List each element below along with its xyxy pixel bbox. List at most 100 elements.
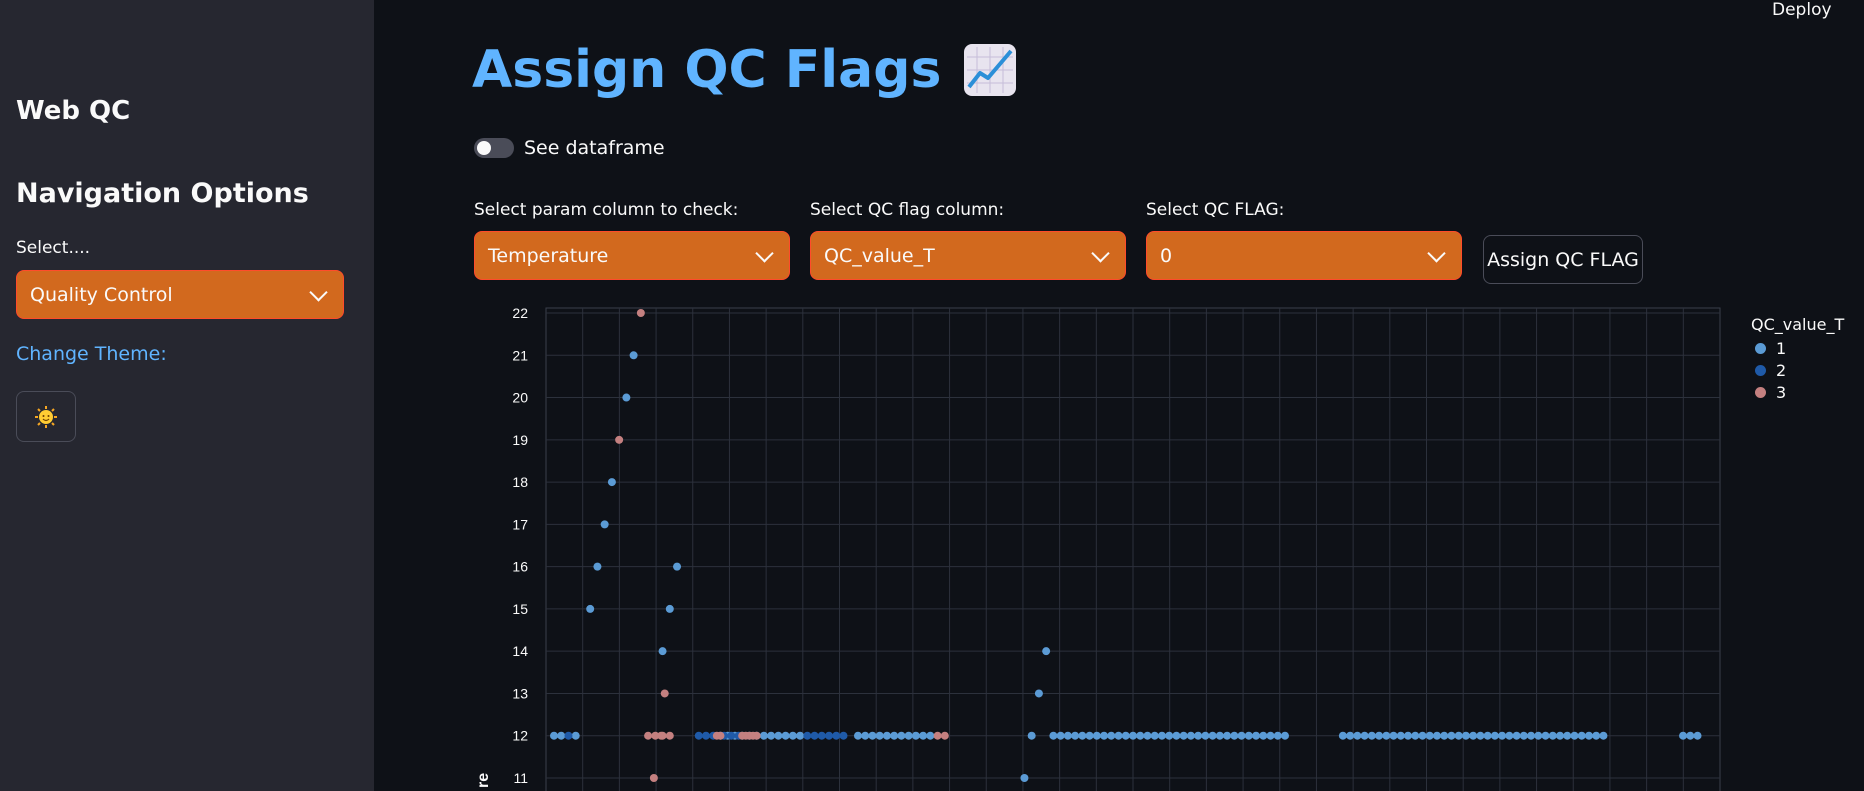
data-point-flag-1 (1686, 731, 1695, 740)
y-tick-label: 19 (512, 432, 528, 448)
data-point-flag-1 (1172, 731, 1181, 740)
data-point-flag-1 (796, 731, 805, 740)
data-point-flag-1 (600, 520, 609, 529)
data-point-flag-3 (738, 731, 747, 740)
legend-item-1[interactable]: 1 (1751, 337, 1844, 359)
data-point-flag-1 (1375, 731, 1384, 740)
data-point-flag-1 (1034, 689, 1043, 698)
navigation-heading: Navigation Options (16, 178, 309, 209)
theme-toggle-button[interactable] (16, 391, 76, 442)
qc-flag-select[interactable]: 0 (1146, 231, 1462, 280)
data-point-flag-1 (1440, 731, 1449, 740)
data-point-flag-1 (1092, 731, 1101, 740)
data-point-flag-1 (1179, 731, 1188, 740)
legend-item-3[interactable]: 3 (1751, 381, 1844, 403)
qc-flag-value: 0 (1160, 244, 1173, 267)
y-tick-label: 12 (512, 728, 528, 744)
data-point-flag-1 (1273, 731, 1282, 740)
param-column-label: Select param column to check: (474, 200, 739, 220)
data-point-flag-1 (1556, 731, 1565, 740)
y-tick-label: 15 (512, 601, 528, 617)
data-point-flag-1 (1056, 731, 1065, 740)
data-point-flag-1 (1519, 731, 1528, 740)
data-point-flag-1 (1570, 731, 1579, 740)
data-point-flag-1 (1244, 731, 1253, 740)
param-column-select[interactable]: Temperature (474, 231, 790, 280)
qc-flag-column-select[interactable]: QC_value_T (810, 231, 1126, 280)
data-point-flag-1 (1418, 731, 1427, 740)
deploy-button[interactable]: Deploy (1772, 0, 1832, 20)
navigation-select[interactable]: Quality Control (16, 270, 344, 319)
data-point-flag-1 (1461, 731, 1470, 740)
data-point-flag-1 (1505, 731, 1514, 740)
y-tick-label: 21 (512, 347, 528, 363)
data-point-flag-1 (1114, 731, 1123, 740)
data-point-flag-1 (1584, 731, 1593, 740)
page-title: Assign QC Flags (472, 40, 1017, 100)
data-point-flag-1 (926, 731, 935, 740)
data-point-flag-1 (904, 731, 913, 740)
legend-label: 3 (1776, 382, 1787, 402)
data-point-flag-1 (1107, 731, 1116, 740)
data-point-flag-1 (1266, 731, 1275, 740)
data-point-flag-1 (767, 731, 776, 740)
data-point-flag-1 (1027, 731, 1036, 740)
data-point-flag-1 (861, 731, 870, 740)
data-point-flag-1 (1432, 731, 1441, 740)
data-point-flag-2 (817, 731, 826, 740)
data-point-flag-1 (1396, 731, 1405, 740)
data-point-flag-1 (1548, 731, 1557, 740)
data-point-flag-1 (1512, 731, 1521, 740)
data-point-flag-3 (615, 435, 624, 444)
y-tick-label: 17 (512, 516, 528, 532)
data-point-flag-1 (593, 562, 602, 571)
data-point-flag-1 (1454, 731, 1463, 740)
y-axis-label: re (475, 773, 492, 788)
data-point-flag-1 (571, 731, 580, 740)
assign-qc-flag-button[interactable]: Assign QC FLAG (1483, 235, 1643, 284)
data-point-flag-1 (1201, 731, 1210, 740)
data-point-flag-1 (1527, 731, 1536, 740)
data-point-flag-1 (875, 731, 884, 740)
data-point-flag-1 (1049, 731, 1058, 740)
data-point-flag-1 (890, 731, 899, 740)
data-point-flag-1 (897, 731, 906, 740)
data-point-flag-1 (1215, 731, 1224, 740)
y-tick-label: 22 (512, 305, 528, 321)
data-point-flag-1 (1194, 731, 1203, 740)
data-point-flag-1 (781, 731, 790, 740)
app-title: Web QC (16, 96, 131, 126)
data-point-flag-1 (882, 731, 891, 740)
data-point-flag-1 (1129, 731, 1137, 740)
data-point-flag-1 (853, 731, 862, 740)
data-point-flag-1 (1259, 731, 1268, 740)
legend-item-2[interactable]: 2 (1751, 359, 1844, 381)
legend-label: 1 (1776, 338, 1787, 358)
toggle-switch[interactable] (474, 138, 514, 158)
data-point-flag-1 (1252, 731, 1261, 740)
data-point-flag-1 (1367, 731, 1376, 740)
data-point-flag-2 (727, 731, 736, 740)
navigation-select-value: Quality Control (30, 283, 173, 306)
data-point-flag-1 (1382, 731, 1391, 740)
data-point-flag-3 (636, 309, 645, 317)
data-point-flag-1 (1599, 731, 1608, 740)
see-dataframe-toggle[interactable]: See dataframe (474, 137, 665, 159)
data-point-flag-3 (660, 689, 669, 698)
data-point-flag-1 (1679, 731, 1688, 740)
data-point-flag-1 (1469, 731, 1478, 740)
data-point-flag-1 (1078, 731, 1087, 740)
data-point-flag-1 (1100, 731, 1109, 740)
data-point-flag-2 (701, 731, 710, 740)
qc-flag-column-value: QC_value_T (824, 244, 935, 267)
data-point-flag-3 (657, 731, 666, 740)
data-point-flag-1 (665, 604, 674, 613)
data-point-flag-1 (1490, 731, 1499, 740)
data-point-flag-2 (825, 731, 834, 740)
qc-scatter-chart: 11 12 13 14 15 16 17 18 19 20 21 22 re (475, 305, 1721, 791)
data-point-flag-1 (1498, 731, 1507, 740)
data-point-flag-1 (1143, 731, 1152, 740)
data-point-flag-1 (1157, 731, 1166, 740)
data-point-flag-1 (1541, 731, 1550, 740)
data-point-flag-1 (607, 478, 616, 487)
